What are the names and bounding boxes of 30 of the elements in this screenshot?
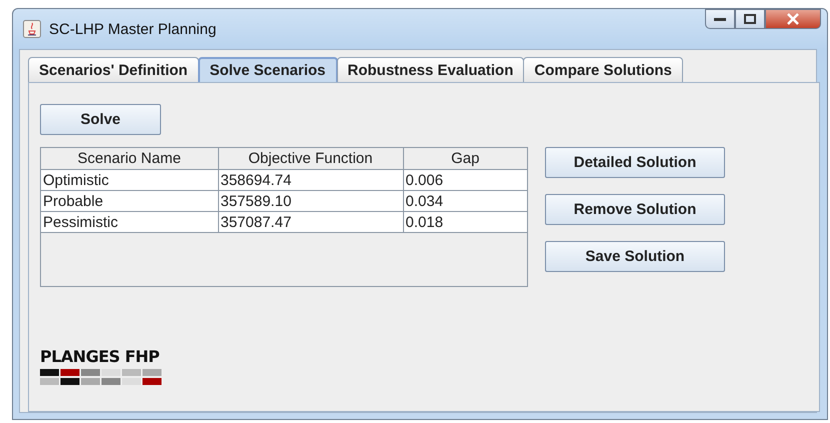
close-icon xyxy=(786,13,800,25)
table-cell: Probable xyxy=(41,190,218,212)
action-button[interactable]: Detailed Solution xyxy=(545,147,725,178)
table-cell: 0.018 xyxy=(403,212,528,232)
window-title: SC-LHP Master Planning xyxy=(49,20,216,38)
table-cell: 0.034 xyxy=(403,190,528,212)
logo-text: PLANGES FHP xyxy=(40,347,160,366)
close-button[interactable] xyxy=(765,9,821,29)
app-icon xyxy=(23,20,41,38)
tab[interactable]: Scenarios' Definition xyxy=(28,57,199,82)
table-cell: 358694.74 xyxy=(218,170,403,190)
tab[interactable]: Robustness Evaluation xyxy=(336,57,524,82)
maximize-button[interactable] xyxy=(735,9,765,29)
minimize-button[interactable] xyxy=(705,9,735,29)
table-cell: Pessimistic xyxy=(41,212,218,232)
action-button[interactable]: Remove Solution xyxy=(545,194,725,225)
action-button[interactable]: Save Solution xyxy=(545,241,725,272)
column-header[interactable]: Gap xyxy=(403,148,528,170)
minimize-icon xyxy=(714,18,726,20)
table-cell: Optimistic xyxy=(41,170,218,190)
tab[interactable]: Compare Solutions xyxy=(523,57,683,82)
table-cell: 357087.47 xyxy=(218,212,403,232)
tab[interactable]: Solve Scenarios xyxy=(198,57,338,82)
logo-icon xyxy=(40,369,162,386)
solve-button[interactable]: Solve xyxy=(40,104,161,135)
maximize-icon xyxy=(744,14,756,24)
column-header[interactable]: Scenario Name xyxy=(41,148,218,170)
column-header[interactable]: Objective Function xyxy=(218,148,403,170)
table-cell: 357589.10 xyxy=(218,190,403,212)
table-cell: 0.006 xyxy=(403,170,528,190)
